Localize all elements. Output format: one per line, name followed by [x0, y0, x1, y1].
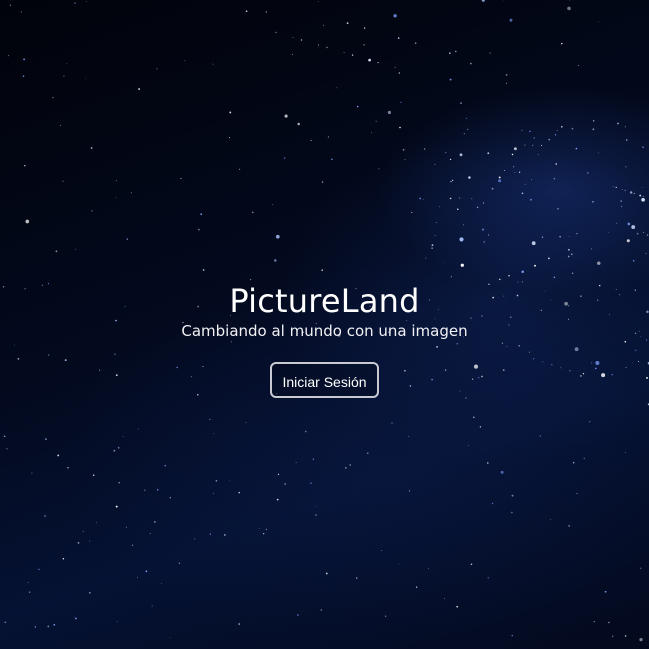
- site-tagline: Cambiando al mundo con una imagen: [181, 322, 468, 340]
- site-title: PictureLand: [229, 282, 420, 320]
- hero-content: PictureLand Cambiando al mundo con una i…: [0, 282, 649, 398]
- hero-section: PictureLand Cambiando al mundo con una i…: [0, 0, 649, 649]
- login-button[interactable]: Iniciar Sesión: [270, 362, 379, 398]
